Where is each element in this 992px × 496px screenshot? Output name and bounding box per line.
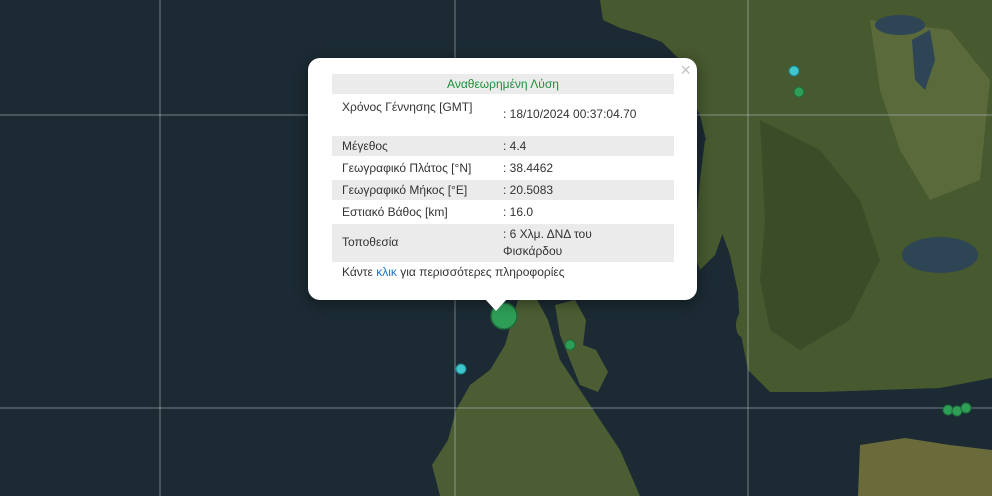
info-value: : 20.5083 bbox=[503, 183, 554, 197]
event-marker[interactable] bbox=[951, 405, 963, 417]
lake bbox=[875, 15, 925, 35]
info-label: Χρόνος Γέννησης [GMT] bbox=[342, 100, 473, 114]
info-label: Μέγεθος bbox=[342, 139, 388, 153]
more-info-link[interactable]: κλικ bbox=[376, 265, 397, 279]
event-marker[interactable] bbox=[788, 65, 800, 77]
footer-text-after: για περισσότερες πληροφορίες bbox=[396, 265, 565, 279]
islet bbox=[750, 353, 760, 367]
lake bbox=[902, 237, 978, 273]
islet bbox=[736, 313, 748, 337]
info-label: Γεωγραφικό Μήκος [°E] bbox=[342, 183, 468, 197]
info-value: : 16.0 bbox=[503, 205, 534, 219]
info-row-depth: Εστιακό Βάθος [km] : 16.0 bbox=[332, 202, 674, 222]
info-row-location: Τοποθεσία : 6 Χλμ. ΔΝΔ του Φισκάρδου bbox=[332, 224, 674, 262]
event-marker[interactable] bbox=[960, 402, 972, 414]
event-marker[interactable] bbox=[455, 363, 467, 375]
event-marker[interactable] bbox=[564, 339, 576, 351]
close-icon[interactable]: × bbox=[680, 61, 691, 79]
info-label: Εστιακό Βάθος [km] bbox=[342, 205, 448, 219]
info-row-origin-time: Χρόνος Γέννησης [GMT] : 18/10/2024 00:37… bbox=[332, 98, 674, 134]
more-info-text: Κάντε κλικ για περισσότερες πληροφορίες bbox=[342, 265, 565, 279]
info-label: Τοποθεσία bbox=[342, 235, 399, 249]
event-marker[interactable] bbox=[793, 86, 805, 98]
info-value: : 4.4 bbox=[503, 139, 527, 153]
footer-text-before: Κάντε bbox=[342, 265, 377, 279]
info-label: Γεωγραφικό Πλάτος [°N] bbox=[342, 161, 472, 175]
info-row-magnitude: Μέγεθος : 4.4 bbox=[332, 136, 674, 156]
popup-title: Αναθεωρημένη Λύση bbox=[332, 74, 674, 94]
event-popup: × Αναθεωρημένη Λύση Χρόνος Γέννησης [GMT… bbox=[308, 58, 697, 300]
info-row-longitude: Γεωγραφικό Μήκος [°E] : 20.5083 bbox=[332, 180, 674, 200]
info-row-latitude: Γεωγραφικό Πλάτος [°N] : 38.4462 bbox=[332, 158, 674, 178]
event-marker[interactable] bbox=[942, 404, 954, 416]
popup-pointer bbox=[485, 299, 507, 311]
info-value: : 18/10/2024 00:37:04.70 bbox=[503, 107, 637, 121]
info-value: : 38.4462 bbox=[503, 161, 554, 175]
info-value: : 6 Χλμ. ΔΝΔ του Φισκάρδου bbox=[503, 227, 592, 258]
